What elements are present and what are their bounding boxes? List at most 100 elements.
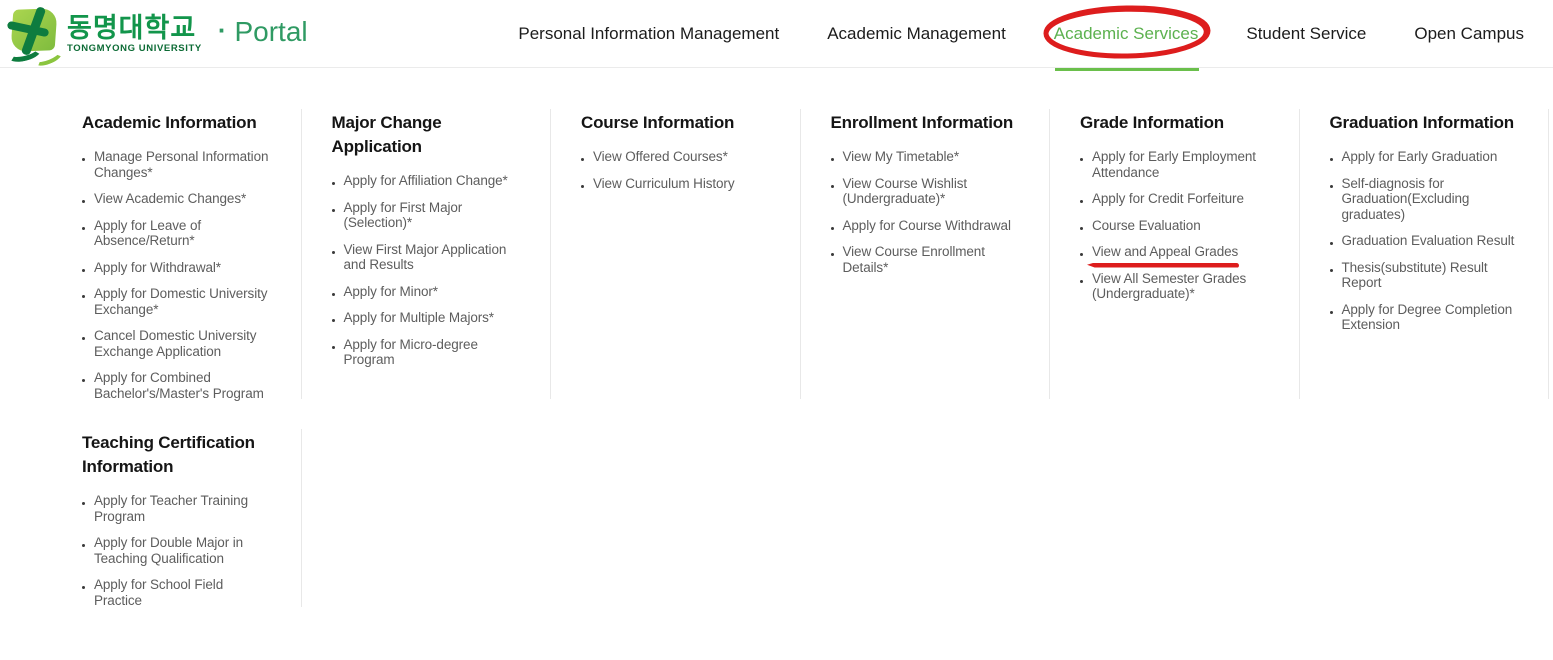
bullet-dot (1330, 311, 1333, 314)
menu-item-label: Apply for Early Employment Attendance (1092, 149, 1272, 180)
menu-item-label: Graduation Evaluation Result (1342, 233, 1515, 249)
menu-item-label: Apply for Degree Completion Extension (1342, 302, 1522, 333)
logo-portal-label: Portal (234, 16, 307, 48)
menu-item[interactable]: Apply for Teacher Training Program (82, 493, 274, 524)
menu-item[interactable]: Apply for Credit Forfeiture (1080, 191, 1272, 207)
menu-item[interactable]: Apply for First Major (Selection)* (332, 200, 524, 231)
menu-item[interactable]: Apply for Affiliation Change* (332, 173, 524, 189)
menu-item[interactable]: Manage Personal Information Changes* (82, 149, 274, 180)
bullet-dot (82, 295, 85, 298)
section-grade-information: Grade Information Apply for Early Employ… (1050, 109, 1300, 399)
menu-item-label: View Offered Courses* (593, 149, 728, 165)
section-item-list: View My Timetable* View Course Wishlist (… (831, 149, 1024, 275)
menu-item[interactable]: Apply for Course Withdrawal (831, 218, 1023, 234)
section-teaching-certification-information: Teaching Certification Information Apply… (52, 429, 302, 607)
menu-item[interactable]: Apply for Degree Completion Extension (1330, 302, 1522, 333)
nav-item-student-service[interactable]: Student Service (1246, 0, 1366, 68)
menu-item[interactable]: Graduation Evaluation Result (1330, 233, 1522, 249)
menu-item-label: View and Appeal Grades (1092, 244, 1238, 260)
bullet-dot (82, 586, 85, 589)
menu-item-label: Course Evaluation (1092, 218, 1201, 234)
mega-menu-panel: Academic Information Manage Personal Inf… (0, 68, 1553, 612)
menu-item[interactable]: Apply for Minor* (332, 284, 524, 300)
menu-item[interactable]: View My Timetable* (831, 149, 1023, 165)
menu-item[interactable]: Apply for Combined Bachelor's/Master's P… (82, 370, 274, 401)
menu-item-label: View Course Wishlist (Undergraduate)* (843, 176, 1023, 207)
menu-item[interactable]: Thesis(substitute) Result Report (1330, 260, 1522, 291)
logo-korean-name: 동명대학교 (67, 13, 202, 43)
logo-separator-dot: · (218, 15, 227, 46)
bullet-dot (332, 251, 335, 254)
bullet-dot (82, 269, 85, 272)
menu-item-label: Apply for Double Major in Teaching Quali… (94, 535, 274, 566)
bullet-dot (332, 319, 335, 322)
menu-item[interactable]: Apply for Leave of Absence/Return* (82, 218, 274, 249)
nav-item-academic-services[interactable]: Academic Services (1054, 0, 1199, 68)
menu-item[interactable]: View Academic Changes* (82, 191, 274, 207)
menu-item-label: Apply for School Field Practice (94, 577, 274, 608)
bullet-dot (831, 227, 834, 230)
menu-item-label: Thesis(substitute) Result Report (1342, 260, 1522, 291)
menu-item[interactable]: View All Semester Grades (Undergraduate)… (1080, 271, 1272, 302)
menu-item-label: Apply for Multiple Majors* (344, 310, 494, 326)
nav-item-label: Student Service (1246, 24, 1366, 44)
menu-item[interactable]: Cancel Domestic University Exchange Appl… (82, 328, 274, 359)
bullet-dot (1080, 253, 1083, 256)
menu-item[interactable]: Apply for Domestic University Exchange* (82, 286, 274, 317)
menu-item-label: Self-diagnosis for Graduation(Excluding … (1342, 176, 1522, 223)
menu-item[interactable]: View Offered Courses* (581, 149, 773, 165)
bullet-dot (82, 337, 85, 340)
bullet-dot (1080, 280, 1083, 283)
menu-item[interactable]: Self-diagnosis for Graduation(Excluding … (1330, 176, 1522, 223)
bullet-dot (82, 502, 85, 505)
section-title: Academic Information (82, 111, 272, 135)
menu-item[interactable]: Apply for Early Graduation (1330, 149, 1522, 165)
bullet-dot (581, 158, 584, 161)
menu-item[interactable]: Apply for Micro-degree Program (332, 337, 524, 368)
menu-item-label: View Academic Changes* (94, 191, 246, 207)
logo-university-name: TONGMYONG UNIVERSITY (67, 43, 202, 54)
section-title: Graduation Information (1330, 111, 1520, 135)
menu-item[interactable]: Apply for School Field Practice (82, 577, 274, 608)
menu-item-label: View Curriculum History (593, 176, 734, 192)
bullet-dot (1080, 200, 1083, 203)
menu-item-label: Manage Personal Information Changes* (94, 149, 274, 180)
menu-item[interactable]: Apply for Double Major in Teaching Quali… (82, 535, 274, 566)
menu-item-label: Apply for Course Withdrawal (843, 218, 1011, 234)
menu-item-label: Apply for Withdrawal* (94, 260, 221, 276)
menu-item-label: View My Timetable* (843, 149, 960, 165)
menu-item[interactable]: Apply for Early Employment Attendance (1080, 149, 1272, 180)
menu-item-label: Cancel Domestic University Exchange Appl… (94, 328, 274, 359)
university-logo[interactable]: 동명대학교 TONGMYONG UNIVERSITY · Portal (5, 5, 308, 63)
menu-item[interactable]: View Course Wishlist (Undergraduate)* (831, 176, 1023, 207)
menu-item[interactable]: View and Appeal Grades (1080, 244, 1272, 260)
nav-item-open-campus[interactable]: Open Campus (1414, 0, 1524, 68)
menu-item-label: Apply for Domestic University Exchange* (94, 286, 274, 317)
bullet-dot (581, 185, 584, 188)
menu-item-label: Apply for Leave of Absence/Return* (94, 218, 274, 249)
section-title: Enrollment Information (831, 111, 1021, 135)
section-item-list: Apply for Teacher Training Program Apply … (82, 493, 275, 612)
menu-item[interactable]: View Curriculum History (581, 176, 773, 192)
nav-item-academic-management[interactable]: Academic Management (827, 0, 1006, 68)
menu-item[interactable]: Course Evaluation (1080, 218, 1272, 234)
nav-item-personal-information-management[interactable]: Personal Information Management (518, 0, 779, 68)
menu-item[interactable]: Apply for Withdrawal* (82, 260, 274, 276)
menu-item-label: Apply for Teacher Training Program (94, 493, 274, 524)
section-enrollment-information: Enrollment Information View My Timetable… (801, 109, 1051, 399)
bullet-dot (1330, 242, 1333, 245)
bullet-dot (332, 346, 335, 349)
menu-item-label: Apply for Minor* (344, 284, 438, 300)
bullet-dot (1330, 185, 1333, 188)
section-item-list: View Offered Courses* View Curriculum His… (581, 149, 774, 191)
university-logo-icon (5, 5, 61, 63)
menu-item-label: View All Semester Grades (Undergraduate)… (1092, 271, 1272, 302)
nav-item-label: Academic Management (827, 24, 1006, 44)
menu-item[interactable]: View Course Enrollment Details* (831, 244, 1023, 275)
bullet-dot (1080, 158, 1083, 161)
menu-item-label: View First Major Application and Results (344, 242, 524, 273)
section-item-list: Apply for Early Graduation Self-diagnosis… (1330, 149, 1523, 333)
menu-item[interactable]: Apply for Multiple Majors* (332, 310, 524, 326)
menu-item[interactable]: View First Major Application and Results (332, 242, 524, 273)
section-item-list: Apply for Early Employment Attendance App… (1080, 149, 1273, 302)
